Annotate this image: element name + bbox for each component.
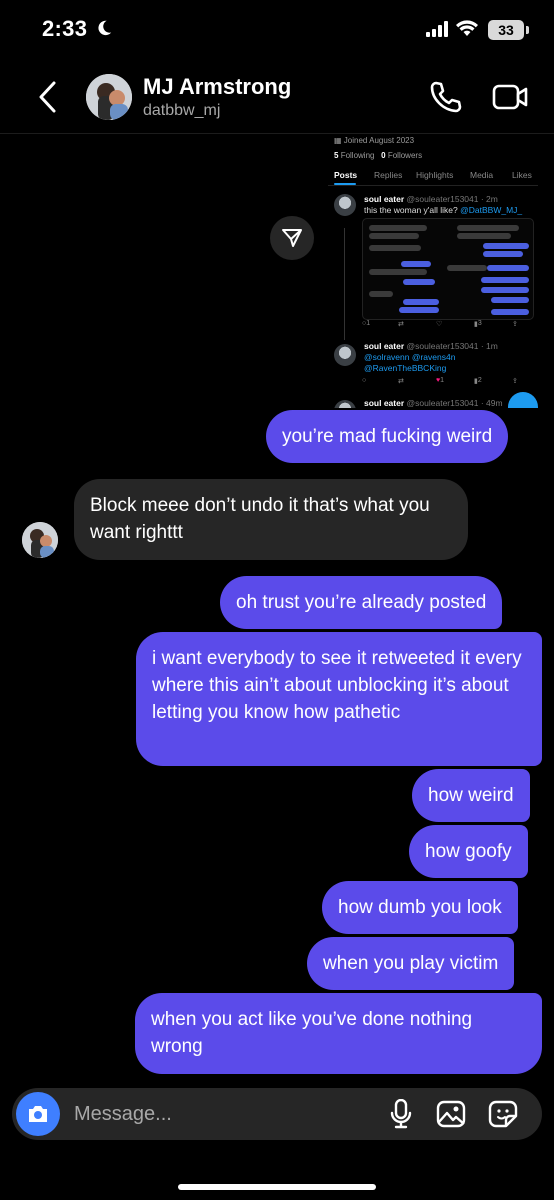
status-time: 2:33	[42, 16, 88, 41]
battery-cap	[526, 26, 529, 34]
microphone-icon[interactable]	[390, 1099, 412, 1129]
tab-likes: Likes	[512, 170, 532, 180]
views-icon: ▮ 2	[474, 377, 482, 385]
send-arrow-icon	[282, 229, 302, 247]
post-actions: ○ 1 ⇄ ♡ ▮ 3 ⇪	[362, 320, 530, 330]
post-author-avatar	[334, 194, 356, 216]
share-icon: ⇪	[512, 321, 518, 328]
message-received[interactable]: Block meee don’t undo it that’s what you…	[74, 479, 468, 560]
retweet-icon: ⇄	[398, 321, 404, 328]
gallery-icon[interactable]	[436, 1100, 466, 1128]
message-sent[interactable]: how weird	[412, 769, 530, 822]
message-sent[interactable]: when you play victim	[307, 937, 515, 990]
tab-media: Media	[470, 170, 494, 180]
post-mentions: @solravenn @ravens4n	[364, 352, 456, 362]
embedded-chat-screenshot	[362, 218, 534, 320]
message-sent[interactable]: how goofy	[409, 825, 528, 878]
message-sent[interactable]: oh trust you’re already posted	[220, 576, 503, 629]
status-bar: 2:33 33	[0, 0, 554, 60]
message-sent[interactable]: when you act like you’ve done nothing wr…	[135, 993, 542, 1074]
post-text: this the woman y'all like? @DatBBW_MJ_	[364, 205, 523, 215]
sticker-icon[interactable]	[488, 1100, 518, 1128]
message-sent[interactable]: how dumb you look	[322, 881, 518, 934]
post-author-avatar	[334, 400, 356, 408]
wifi-icon	[456, 20, 478, 36]
message-composer	[12, 1088, 542, 1140]
contact-avatar[interactable]	[86, 74, 132, 120]
contact-username[interactable]: datbbw_mj	[143, 102, 220, 120]
reply-icon: ○ 1	[362, 320, 371, 327]
post-author-avatar	[334, 344, 356, 366]
profile-tabs: Posts Replies Highlights Media Likes	[328, 168, 538, 186]
profile-photo-icon	[86, 74, 132, 120]
back-arrow-icon[interactable]	[36, 80, 60, 114]
camera-icon	[29, 1106, 47, 1122]
chat-header: MJ Armstrong datbbw_mj	[0, 60, 554, 134]
profile-photo-icon	[22, 522, 58, 558]
tab-posts: Posts	[334, 170, 358, 180]
moon-icon	[98, 20, 112, 36]
active-tab-underline	[334, 183, 356, 185]
thread-line	[344, 228, 345, 340]
message-sent[interactable]: you’re mad fucking weird	[266, 410, 509, 463]
post-author: soul eater @souleater153041 · 1m	[364, 341, 498, 351]
phone-call-icon[interactable]	[428, 80, 462, 114]
tab-highlights: Highlights	[416, 170, 454, 180]
calendar-icon: ▦	[334, 136, 344, 145]
share-icon: ⇪	[512, 378, 518, 385]
contact-name[interactable]: MJ Armstrong	[143, 74, 291, 100]
tab-replies: Replies	[374, 170, 403, 180]
retweet-icon: ⇄	[398, 378, 404, 385]
home-indicator	[178, 1184, 376, 1190]
like-icon: ♡	[436, 321, 443, 328]
camera-button[interactable]	[16, 1092, 60, 1136]
message-input[interactable]	[74, 1100, 374, 1128]
post-author: soul eater @souleater153041 · 49m	[364, 398, 503, 408]
compose-fab	[508, 392, 538, 408]
post-actions: ○ ⇄ ♥ 1 ▮ 2 ⇪	[362, 377, 530, 387]
like-icon: ♥ 1	[436, 377, 445, 384]
message-sent[interactable]: i want everybody to see it retweeted it …	[136, 632, 542, 766]
share-button[interactable]	[270, 216, 314, 260]
post-mentions: @RavenTheBBCKing	[364, 363, 447, 373]
joined-date: ▦ Joined August 2023	[334, 136, 415, 145]
follow-stats: 5 Following 0 Followers	[334, 151, 423, 160]
sender-avatar[interactable]	[22, 522, 58, 558]
shared-screenshot[interactable]: ▦ Joined August 2023 5 Following 0 Follo…	[328, 134, 538, 408]
post-author: soul eater @souleater153041 · 2m	[364, 194, 498, 204]
video-call-icon[interactable]	[492, 82, 528, 112]
battery-indicator: 33	[488, 20, 524, 40]
views-icon: ▮ 3	[474, 320, 482, 328]
cellular-signal-icon	[426, 21, 448, 37]
reply-icon: ○	[362, 377, 367, 384]
